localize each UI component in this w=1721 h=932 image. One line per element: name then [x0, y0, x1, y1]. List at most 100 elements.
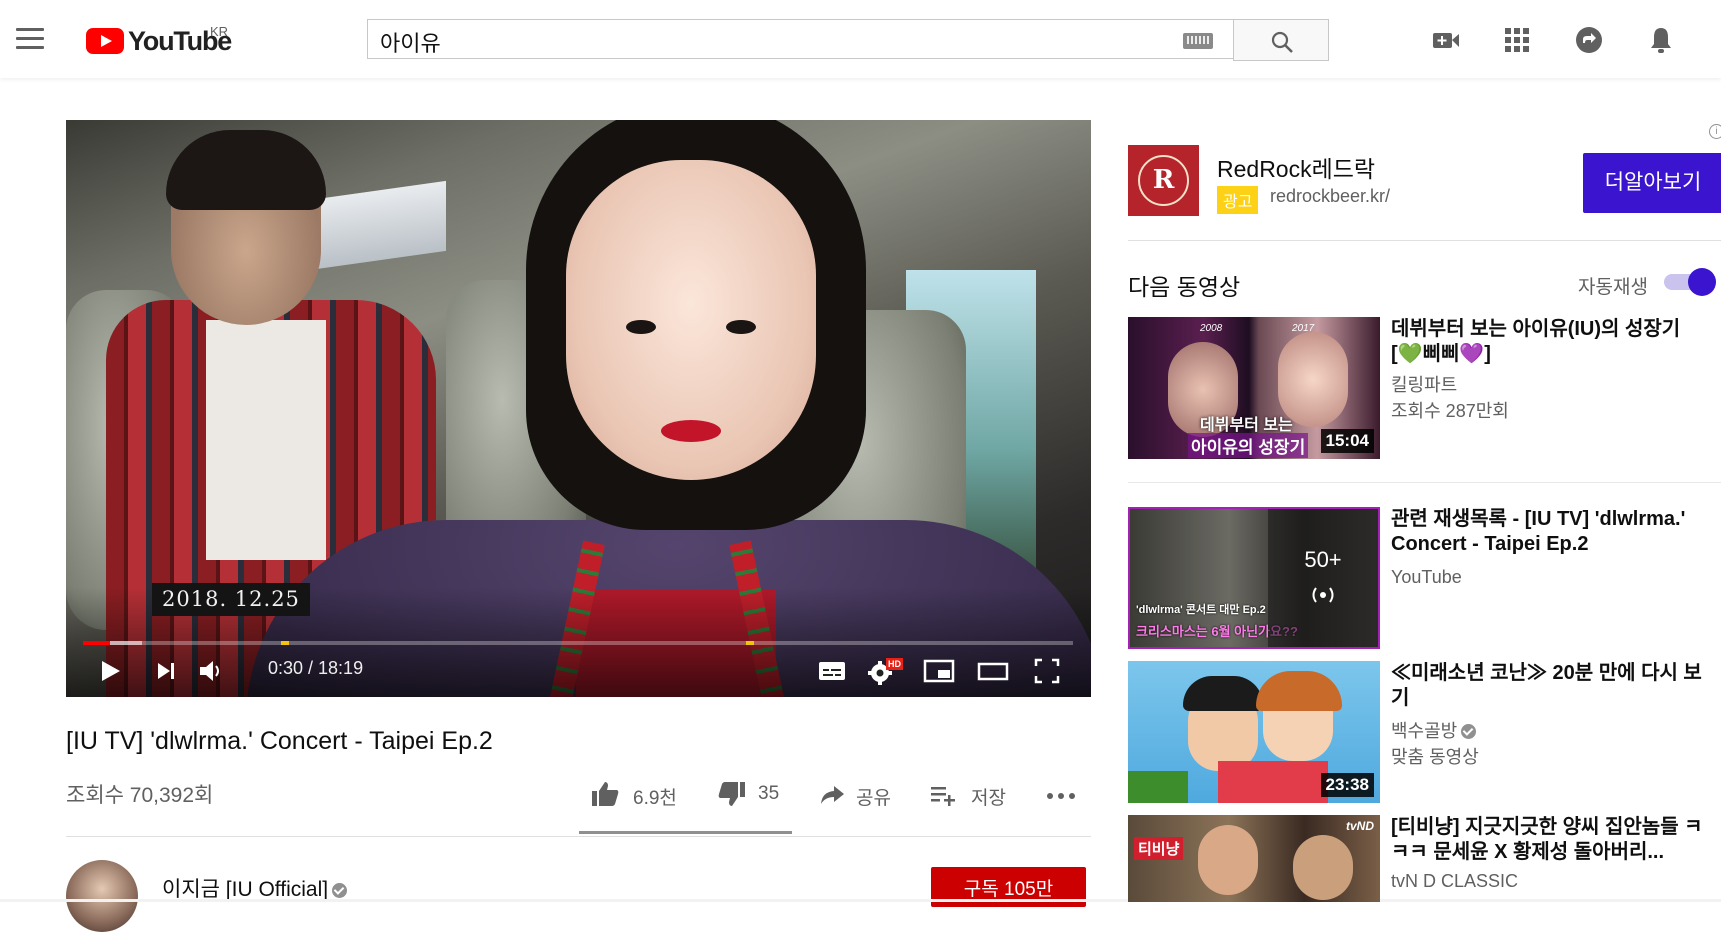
date-stamp-caption: 2018. 12.25: [152, 583, 310, 616]
ad-url[interactable]: redrockbeer.kr/: [1270, 186, 1390, 207]
create-video-icon[interactable]: [1430, 24, 1462, 56]
menu-icon[interactable]: [16, 28, 44, 50]
car-window: [316, 180, 446, 270]
dislike-count: 35: [758, 783, 780, 804]
sentiment-bar: [579, 831, 792, 834]
search-button[interactable]: [1233, 19, 1329, 61]
recommended-video[interactable]: 티비냥 tvND [티비냥] 지긋지긋한 양씨 집안놈들 ㅋㅋㅋ 문세윤 X 황…: [1128, 815, 1721, 902]
video-title: [IU TV] 'dlwlrma.' Concert - Taipei Ep.2: [66, 727, 493, 755]
ad-info-icon[interactable]: i: [1709, 124, 1721, 139]
chapter-marker: [281, 641, 289, 645]
channel-avatar[interactable]: [66, 860, 138, 932]
save-button[interactable]: 저장: [929, 780, 1009, 810]
recommended-video[interactable]: 23:38 ≪미래소년 코난≫ 20분 만에 다시 보기 백수골방 맞춤 동영상: [1128, 661, 1721, 803]
chapter-marker: [746, 641, 755, 645]
thumb-caption: 'dlwlrma' 콘서트 대만 Ep.2: [1136, 604, 1266, 616]
channel-name[interactable]: tvN D CLASSIC: [1391, 871, 1518, 892]
playlist-thumbnail[interactable]: 'dlwlrma' 콘서트 대만 Ep.2 크리스마스는 6월 아닌가요?? 5…: [1128, 507, 1380, 649]
video-title[interactable]: ≪미래소년 코난≫ 20분 만에 다시 보기: [1391, 661, 1711, 711]
playlist-title[interactable]: 관련 재생목록 - [IU TV] 'dlwlrma.' Concert - T…: [1391, 507, 1711, 557]
thumb-caption: 데뷔부터 보는: [1200, 417, 1293, 434]
channel-name[interactable]: YouTube: [1391, 567, 1462, 588]
share-icon: [821, 786, 844, 804]
hd-badge: HD: [886, 658, 903, 670]
ad-title[interactable]: RedRock레드락: [1217, 150, 1375, 184]
theater-mode-icon[interactable]: [976, 656, 1010, 686]
eye: [626, 320, 656, 334]
video-thumbnail[interactable]: 티비냥 tvND: [1128, 815, 1380, 902]
more-actions-icon[interactable]: [1046, 790, 1076, 802]
thumbs-up-icon: [592, 782, 619, 806]
add-to-playlist-icon: [931, 787, 955, 806]
progress-played: [83, 641, 111, 645]
thumb-face: [1293, 835, 1353, 900]
autoplay-label: 자동재생: [1578, 277, 1648, 298]
thumb-year: 2008: [1200, 323, 1223, 334]
subtitles-icon[interactable]: [816, 656, 848, 686]
thumbs-down-icon: [718, 782, 745, 806]
search-bar: [367, 19, 1329, 61]
view-count: 조회수 70,392회: [66, 784, 214, 807]
channel-name[interactable]: 이지금 [IU Official]: [162, 878, 328, 901]
region-code: KR: [210, 24, 229, 39]
divider: [1128, 240, 1721, 241]
playlist-broadcast-icon: [1312, 587, 1334, 603]
notifications-bell-icon[interactable]: [1645, 24, 1677, 56]
messages-icon[interactable]: [1573, 24, 1605, 56]
channel-row[interactable]: 백수골방: [1391, 717, 1477, 743]
recommended-video[interactable]: 2008 2017 데뷔부터 보는 아이유의 성장기 15:04 데뷔부터 보는…: [1128, 317, 1721, 459]
search-input[interactable]: [378, 28, 1182, 55]
eye: [726, 320, 756, 334]
man-hair: [166, 130, 326, 210]
like-count: 6.9천: [633, 788, 677, 809]
keyboard-icon[interactable]: [1183, 33, 1213, 49]
logo-letter: R: [1152, 165, 1175, 195]
fullscreen-icon[interactable]: [1032, 656, 1062, 686]
thumb-badge: 티비냥: [1134, 837, 1184, 860]
masthead: YouTube KR: [0, 0, 1721, 78]
volume-icon[interactable]: [196, 656, 226, 686]
save-label: 저장: [971, 788, 1006, 809]
apps-grid-icon[interactable]: [1501, 24, 1533, 56]
thumb-channel-logo: tvND: [1345, 819, 1374, 833]
man-tshirt: [206, 320, 326, 560]
verified-icon: [1461, 724, 1477, 739]
promoted-ad[interactable]: R RedRock레드락 광고 redrockbeer.kr/ 더알아보기 i: [1128, 120, 1721, 240]
view-count: 조회수 287만회: [1391, 401, 1509, 421]
play-logo-icon: [86, 28, 124, 54]
play-icon[interactable]: [96, 656, 124, 686]
ad-brand-logo[interactable]: R: [1128, 145, 1199, 216]
miniplayer-icon[interactable]: [922, 656, 956, 686]
verified-icon: [332, 883, 348, 898]
video-title[interactable]: [티비냥] 지긋지긋한 양씨 집안놈들 ㅋㅋㅋ 문세윤 X 황제성 돌아버리..…: [1391, 815, 1711, 865]
channel-name[interactable]: 백수골방: [1391, 721, 1457, 741]
up-next-heading: 다음 동영상: [1128, 274, 1241, 300]
ad-cta-button[interactable]: 더알아보기: [1583, 153, 1721, 213]
channel-name[interactable]: 킬링파트: [1391, 371, 1457, 397]
video-duration: 23:38: [1320, 773, 1374, 797]
thumb-face: [1198, 825, 1258, 895]
divider: [66, 836, 1091, 837]
share-label: 공유: [856, 788, 891, 809]
recommended-playlist[interactable]: 'dlwlrma' 콘서트 대만 Ep.2 크리스마스는 6월 아닌가요?? 5…: [1128, 507, 1721, 649]
thumb-caption: 아이유의 성장기: [1188, 433, 1309, 458]
video-thumbnail[interactable]: 23:38: [1128, 661, 1380, 803]
recommendation-reason: 맞춤 동영상: [1391, 747, 1479, 767]
next-icon[interactable]: [152, 656, 180, 686]
playlist-overlay: 50+: [1268, 509, 1378, 647]
video-title[interactable]: 데뷔부터 보는 아이유(IU)의 성장기 [💚삐삐💜]: [1391, 317, 1711, 367]
video-player[interactable]: 2018. 12.25 0:30 / 18:19 HD: [66, 120, 1091, 697]
progress-bar[interactable]: [83, 641, 1073, 645]
dislike-button[interactable]: 35: [716, 780, 786, 810]
toggle-knob[interactable]: [1688, 268, 1716, 296]
thumb-year: 2017: [1292, 323, 1315, 334]
divider: [1128, 482, 1721, 483]
ad-badge: 광고: [1217, 186, 1259, 214]
thumb-grass: [1128, 771, 1188, 803]
video-duration: 15:04: [1320, 429, 1374, 453]
like-button[interactable]: 6.9천: [591, 780, 681, 810]
search-box[interactable]: [367, 19, 1233, 59]
share-button[interactable]: 공유: [818, 780, 898, 810]
video-thumbnail[interactable]: 2008 2017 데뷔부터 보는 아이유의 성장기 15:04: [1128, 317, 1380, 459]
thumb-outfit: [1218, 761, 1328, 803]
